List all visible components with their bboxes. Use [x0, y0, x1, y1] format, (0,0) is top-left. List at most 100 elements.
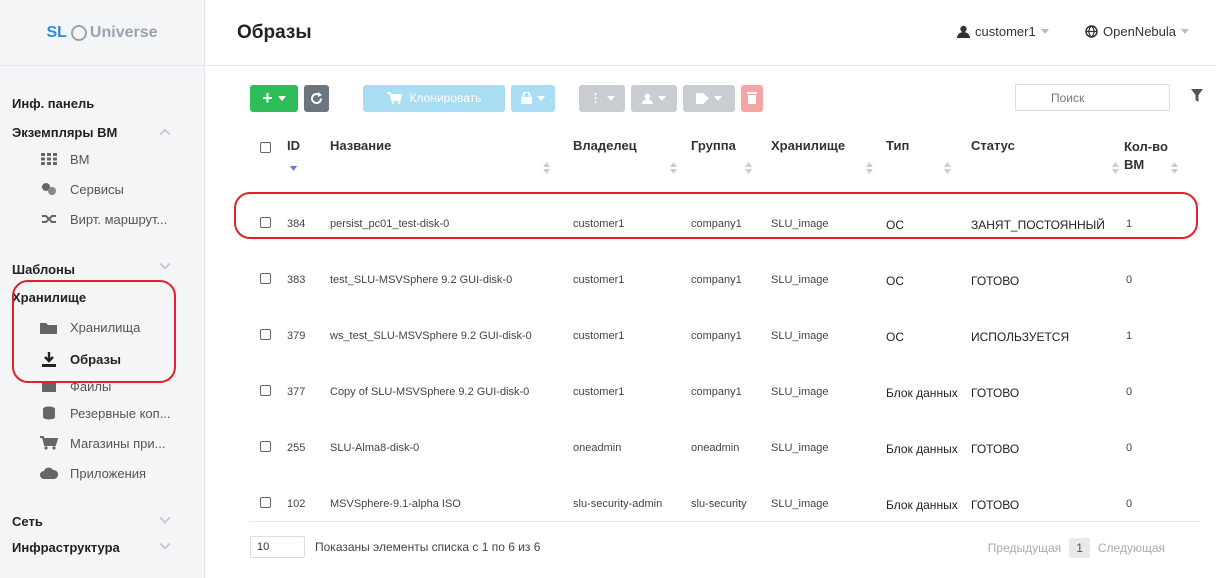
- sidebar-item-dashboard[interactable]: Инф. панель: [0, 86, 204, 120]
- table-row[interactable]: 255 SLU-Alma8-disk-0 oneadmin oneadmin S…: [250, 420, 1200, 476]
- sort-icon: [745, 162, 752, 174]
- cell-vm-count: 0: [1126, 442, 1133, 454]
- cell-vm-count: 1: [1126, 330, 1133, 342]
- more-actions-button[interactable]: ⋮: [579, 84, 625, 112]
- table-row[interactable]: 383 test_SLU-MSVSphere 9.2 GUI-disk-0 cu…: [250, 252, 1200, 308]
- row-highlight-outline: [234, 192, 1198, 239]
- sidebar-item-label: Инфраструктура: [12, 539, 120, 555]
- sidebar-item-network[interactable]: Сеть: [0, 508, 204, 534]
- page-size-select[interactable]: 10: [250, 536, 305, 558]
- cell-group: slu-security: [691, 498, 747, 510]
- sidebar-item-label: Магазины при...: [70, 435, 166, 451]
- labels-button[interactable]: [683, 84, 735, 112]
- caret-down-icon: [1181, 29, 1189, 34]
- sidebar-item-services[interactable]: Сервисы: [0, 174, 204, 204]
- chevron-down-icon: [159, 538, 171, 550]
- row-checkbox[interactable]: [260, 329, 271, 340]
- search-input[interactable]: [1015, 84, 1170, 111]
- column-owner[interactable]: Владелец: [573, 138, 637, 153]
- cell-datastore: SLU_image: [771, 330, 829, 342]
- zone-menu[interactable]: OpenNebula: [1085, 24, 1189, 39]
- sort-icon: [543, 162, 550, 174]
- cell-status: ИСПОЛЬЗУЕТСЯ: [971, 330, 1070, 344]
- table-row[interactable]: 377 Copy of SLU-MSVSphere 9.2 GUI-disk-0…: [250, 364, 1200, 420]
- cell-owner: customer1: [573, 330, 625, 342]
- column-vm-count[interactable]: Кол-во ВМ: [1124, 138, 1169, 174]
- cart-icon: [386, 92, 402, 104]
- column-datastore[interactable]: Хранилище: [771, 138, 845, 153]
- sidebar-item-vms[interactable]: ВМ: [0, 144, 204, 174]
- page-1-button[interactable]: 1: [1069, 538, 1090, 558]
- refresh-icon: [311, 91, 323, 104]
- cell-id: 377: [287, 386, 306, 398]
- logo-prefix: SL: [46, 23, 67, 41]
- sidebar-highlight-outline: [12, 280, 176, 383]
- caret-down-icon: [537, 95, 545, 101]
- sidebar-item-backups[interactable]: Резервные коп...: [0, 398, 204, 428]
- cell-type: ОС: [886, 330, 904, 344]
- column-id[interactable]: ID: [287, 138, 300, 153]
- refresh-button[interactable]: [304, 84, 329, 112]
- images-table: ID Название Владелец Группа Хранилище Ти…: [250, 128, 1200, 532]
- filter-icon[interactable]: [1191, 89, 1203, 102]
- cell-vm-count: 0: [1126, 498, 1133, 510]
- table-header: ID Название Владелец Группа Хранилище Ти…: [250, 128, 1200, 196]
- logo[interactable]: SL Universe: [0, 0, 204, 66]
- row-checkbox[interactable]: [260, 441, 271, 452]
- lock-button[interactable]: [511, 84, 555, 112]
- row-checkbox[interactable]: [260, 385, 271, 396]
- cell-group: company1: [691, 274, 742, 286]
- cell-id: 379: [287, 330, 306, 342]
- services-icon: [40, 182, 58, 196]
- row-checkbox[interactable]: [260, 497, 271, 508]
- caret-down-icon: [1040, 29, 1049, 34]
- sidebar-item-apps[interactable]: Приложения: [0, 458, 204, 488]
- clone-button[interactable]: Клонировать: [363, 84, 505, 112]
- row-checkbox[interactable]: [260, 273, 271, 284]
- cell-status: ГОТОВО: [971, 442, 1020, 456]
- shuffle-icon: [40, 212, 58, 226]
- cell-datastore: SLU_image: [771, 498, 829, 510]
- cell-status: ГОТОВО: [971, 386, 1020, 400]
- cell-name: Copy of SLU-MSVSphere 9.2 GUI-disk-0: [330, 386, 530, 398]
- cell-type: Блок данных: [886, 442, 958, 456]
- sort-icon: [1171, 162, 1178, 174]
- column-name[interactable]: Название: [330, 138, 391, 153]
- pagination-info: Показаны элементы списка с 1 по 6 из 6: [315, 540, 541, 554]
- select-all-checkbox[interactable]: [260, 142, 271, 153]
- clone-label: Клонировать: [409, 91, 482, 105]
- globe-icon: [1085, 25, 1098, 38]
- toolbar: + Клонировать ⋮: [250, 84, 769, 112]
- sort-icon: [670, 162, 677, 174]
- sidebar-item-label: Экземпляры ВМ: [12, 124, 118, 140]
- table-row[interactable]: 379 ws_test_SLU-MSVSphere 9.2 GUI-disk-0…: [250, 308, 1200, 364]
- trash-icon: [747, 92, 757, 104]
- sidebar-item-label: Сервисы: [70, 181, 124, 197]
- sidebar-item-vrouters[interactable]: Вирт. маршрут...: [0, 204, 204, 234]
- column-type[interactable]: Тип: [886, 138, 909, 153]
- table-row[interactable]: 102 MSVSphere-9.1-alpha ISO slu-security…: [250, 476, 1200, 532]
- sidebar-item-infrastructure[interactable]: Инфраструктура: [0, 534, 204, 560]
- create-button[interactable]: +: [250, 84, 298, 112]
- next-page-button[interactable]: Следующая: [1098, 541, 1165, 555]
- cell-status: ГОТОВО: [971, 498, 1020, 512]
- prev-page-button[interactable]: Предыдущая: [988, 541, 1061, 555]
- column-status[interactable]: Статус: [971, 138, 1015, 153]
- cell-owner: oneadmin: [573, 442, 622, 454]
- chevron-down-icon: [159, 258, 171, 270]
- sidebar-item-label: Шаблоны: [12, 261, 75, 277]
- caret-down-icon: [714, 95, 722, 101]
- sidebar-item-label: Приложения: [70, 465, 147, 481]
- sort-desc-icon: [290, 166, 297, 171]
- grid-icon: [40, 152, 58, 166]
- cell-type: ОС: [886, 274, 904, 288]
- caret-down-icon: [658, 95, 666, 101]
- column-group[interactable]: Группа: [691, 138, 736, 153]
- delete-button[interactable]: [741, 84, 763, 112]
- change-owner-button[interactable]: [631, 84, 677, 112]
- ellipsis-vertical-icon: ⋮: [589, 91, 602, 105]
- user-menu[interactable]: customer1: [957, 24, 1049, 39]
- sidebar-item-marketplaces[interactable]: Магазины при...: [0, 428, 204, 458]
- sidebar-item-vm-instances[interactable]: Экземпляры ВМ: [0, 120, 204, 144]
- cell-name: MSVSphere-9.1-alpha ISO: [330, 498, 461, 510]
